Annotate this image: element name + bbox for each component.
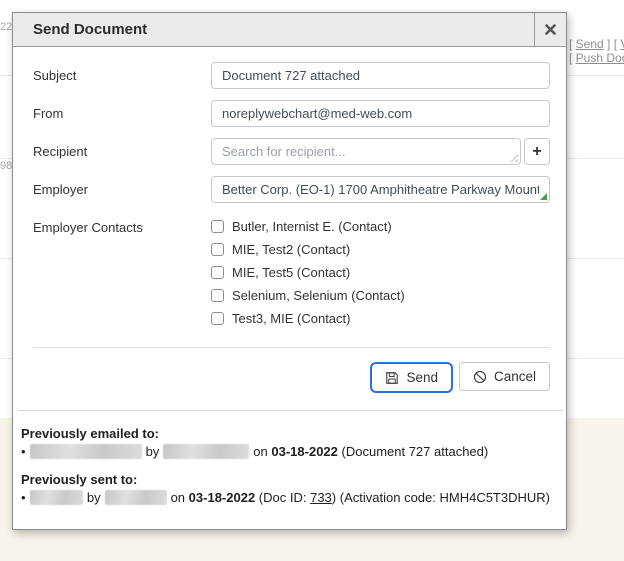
from-field-wrap bbox=[211, 100, 550, 127]
dialog-header: Send Document bbox=[13, 13, 566, 47]
redacted-sender-name bbox=[163, 444, 249, 459]
contact-checkbox[interactable] bbox=[211, 243, 224, 256]
contact-name: Selenium, Selenium (Contact) bbox=[232, 288, 405, 303]
employer-row: Employer bbox=[33, 176, 550, 203]
recipient-label: Recipient bbox=[33, 138, 211, 165]
actions-divider bbox=[33, 347, 550, 348]
contact-row[interactable]: Test3, MIE (Contact) bbox=[211, 311, 405, 326]
ban-icon bbox=[473, 370, 487, 384]
contact-name: Test3, MIE (Contact) bbox=[232, 311, 350, 326]
close-button[interactable] bbox=[534, 13, 566, 46]
contact-name: MIE, Test5 (Contact) bbox=[232, 265, 350, 280]
doc-id-link[interactable]: 733 bbox=[310, 490, 332, 505]
redacted-sender-name bbox=[105, 490, 167, 505]
bullet: • bbox=[21, 444, 26, 459]
send-document-dialog: Send Document Subject From Recipient bbox=[12, 12, 567, 530]
close-icon bbox=[545, 24, 556, 35]
send-button-label: Send bbox=[406, 370, 438, 385]
bracket: ] [ bbox=[604, 37, 621, 51]
contact-name: Butler, Internist E. (Contact) bbox=[232, 219, 392, 234]
bg-links-line2: [ Push Doc bbox=[569, 51, 624, 65]
redacted-recipient-name bbox=[30, 444, 142, 459]
bg-action-links: [ Send ] [ V [ Push Doc bbox=[569, 37, 624, 65]
contact-checkbox[interactable] bbox=[211, 289, 224, 302]
bracket: [ bbox=[569, 51, 576, 65]
contact-checkbox[interactable] bbox=[211, 220, 224, 233]
cancel-button[interactable]: Cancel bbox=[459, 362, 550, 391]
from-row: From bbox=[33, 100, 550, 127]
on-text: on bbox=[253, 444, 267, 459]
previously-sent-item: • by on 03-18-2022 (Doc ID: 733) (Activa… bbox=[21, 490, 550, 505]
history-section: Previously emailed to: • by on 03-18-202… bbox=[21, 426, 550, 505]
bullet: • bbox=[21, 490, 26, 505]
by-text: by bbox=[146, 444, 160, 459]
recipient-search-input[interactable] bbox=[211, 138, 521, 165]
on-text: on bbox=[171, 490, 185, 505]
history-divider bbox=[18, 410, 563, 411]
recipient-field-wrap: + bbox=[211, 138, 550, 165]
previously-sent-heading: Previously sent to: bbox=[21, 472, 550, 487]
sent-date: 03-18-2022 bbox=[189, 490, 256, 505]
contact-checkbox[interactable] bbox=[211, 266, 224, 279]
contact-row[interactable]: MIE, Test5 (Contact) bbox=[211, 265, 405, 280]
subject-input[interactable] bbox=[211, 62, 550, 89]
subject-row: Subject bbox=[33, 62, 550, 89]
bg-view-link[interactable]: V bbox=[620, 37, 624, 51]
employer-input[interactable] bbox=[211, 176, 550, 203]
contact-row[interactable]: Butler, Internist E. (Contact) bbox=[211, 219, 405, 234]
emailed-details: on 03-18-2022 (Document 727 attached) bbox=[253, 444, 488, 459]
redacted-recipient-name bbox=[30, 490, 83, 505]
contact-checkbox[interactable] bbox=[211, 312, 224, 325]
contact-name: MIE, Test2 (Contact) bbox=[232, 242, 350, 257]
previously-emailed-item: • by on 03-18-2022 (Document 727 attache… bbox=[21, 444, 550, 459]
bg-send-link[interactable]: Send bbox=[576, 37, 604, 51]
subject-field-wrap bbox=[211, 62, 550, 89]
cancel-button-label: Cancel bbox=[494, 369, 536, 384]
emailed-doc-title: (Document 727 attached) bbox=[342, 444, 489, 459]
dialog-body: Subject From Recipient + Employer bbox=[13, 47, 566, 505]
activation-code: (Activation code: HMH4C5T3DHUR) bbox=[340, 490, 550, 505]
from-label: From bbox=[33, 100, 211, 127]
bg-push-doc-link[interactable]: Push Doc bbox=[576, 51, 624, 65]
add-recipient-button[interactable]: + bbox=[524, 138, 550, 165]
dialog-title: Send Document bbox=[13, 13, 534, 46]
employer-contacts-list: Butler, Internist E. (Contact) MIE, Test… bbox=[211, 214, 405, 326]
employer-contacts-row: Employer Contacts Butler, Internist E. (… bbox=[33, 214, 550, 326]
bracket: [ bbox=[569, 37, 576, 51]
contact-row[interactable]: Selenium, Selenium (Contact) bbox=[211, 288, 405, 303]
save-icon bbox=[385, 371, 399, 385]
employer-field-wrap bbox=[211, 176, 550, 203]
employer-label: Employer bbox=[33, 176, 211, 203]
contact-row[interactable]: MIE, Test2 (Contact) bbox=[211, 242, 405, 257]
subject-label: Subject bbox=[33, 62, 211, 89]
doc-id-prefix: (Doc ID: bbox=[259, 490, 307, 505]
sent-details: on 03-18-2022 (Doc ID: 733) (Activation … bbox=[171, 490, 550, 505]
emailed-date: 03-18-2022 bbox=[271, 444, 338, 459]
previously-emailed-heading: Previously emailed to: bbox=[21, 426, 550, 441]
doc-id-suffix: ) bbox=[332, 490, 336, 505]
employer-contacts-label: Employer Contacts bbox=[33, 214, 211, 326]
send-button[interactable]: Send bbox=[370, 362, 453, 393]
by-text: by bbox=[87, 490, 101, 505]
from-input[interactable] bbox=[211, 100, 550, 127]
bg-links-line1: [ Send ] [ V bbox=[569, 37, 624, 51]
dialog-actions: Send Cancel bbox=[33, 362, 550, 393]
recipient-row: Recipient + bbox=[33, 138, 550, 165]
bg-number-fragment: 22 bbox=[0, 21, 12, 33]
